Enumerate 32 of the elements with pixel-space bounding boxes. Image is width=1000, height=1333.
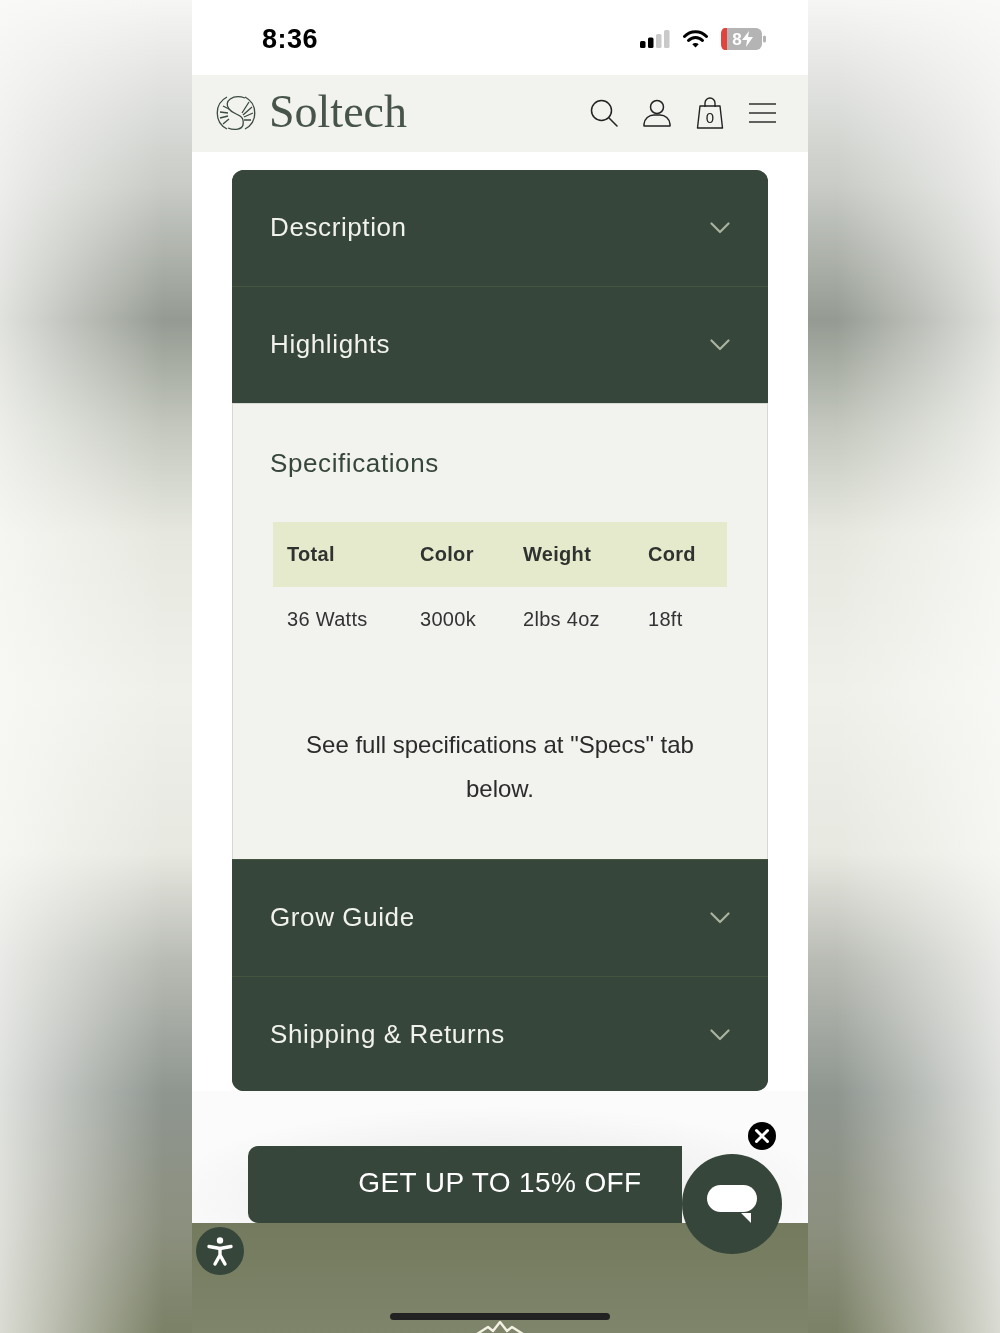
- signal-icon: [640, 30, 670, 49]
- table-cell-text: 3000k: [419, 607, 476, 630]
- column-header: Total: [286, 542, 335, 565]
- spec-note: See full specifications at "Specs" tab below.: [305, 729, 695, 804]
- search-icon: [590, 99, 618, 128]
- account-button[interactable]: [643, 99, 671, 128]
- brand-name: Soltech: [269, 89, 407, 138]
- column-header: Color: [419, 542, 474, 565]
- chevron-down-icon: [710, 221, 730, 234]
- column-header: Weight: [522, 542, 592, 565]
- menu-button[interactable]: [749, 102, 776, 125]
- close-icon[interactable]: [748, 1121, 776, 1150]
- chat-bubble-icon: [707, 1184, 757, 1223]
- status-time: 8:36: [262, 23, 319, 55]
- battery-icon: [721, 28, 766, 51]
- user-icon: [643, 99, 671, 128]
- table-cell-text: 18ft: [647, 607, 683, 630]
- accessibility-icon[interactable]: [196, 1226, 244, 1275]
- chevron-down-icon: [710, 911, 730, 924]
- cart-button[interactable]: 0: [696, 97, 724, 130]
- star-outline-icon: [476, 1320, 524, 1333]
- column-header: Cord: [647, 542, 696, 565]
- table-cell-text: 36 Watts: [286, 607, 368, 630]
- chevron-down-icon: [710, 338, 730, 351]
- chevron-down-icon: [710, 1028, 730, 1041]
- wifi-icon: [683, 30, 708, 49]
- menu-icon: [749, 102, 776, 125]
- table-cell-text: 2lbs 4oz: [522, 607, 600, 630]
- bag-icon: [696, 97, 724, 130]
- battery-percent: 8: [732, 30, 742, 48]
- search-button[interactable]: [590, 99, 618, 128]
- promo-button[interactable]: GET UP TO 15% OFF: [248, 1145, 682, 1223]
